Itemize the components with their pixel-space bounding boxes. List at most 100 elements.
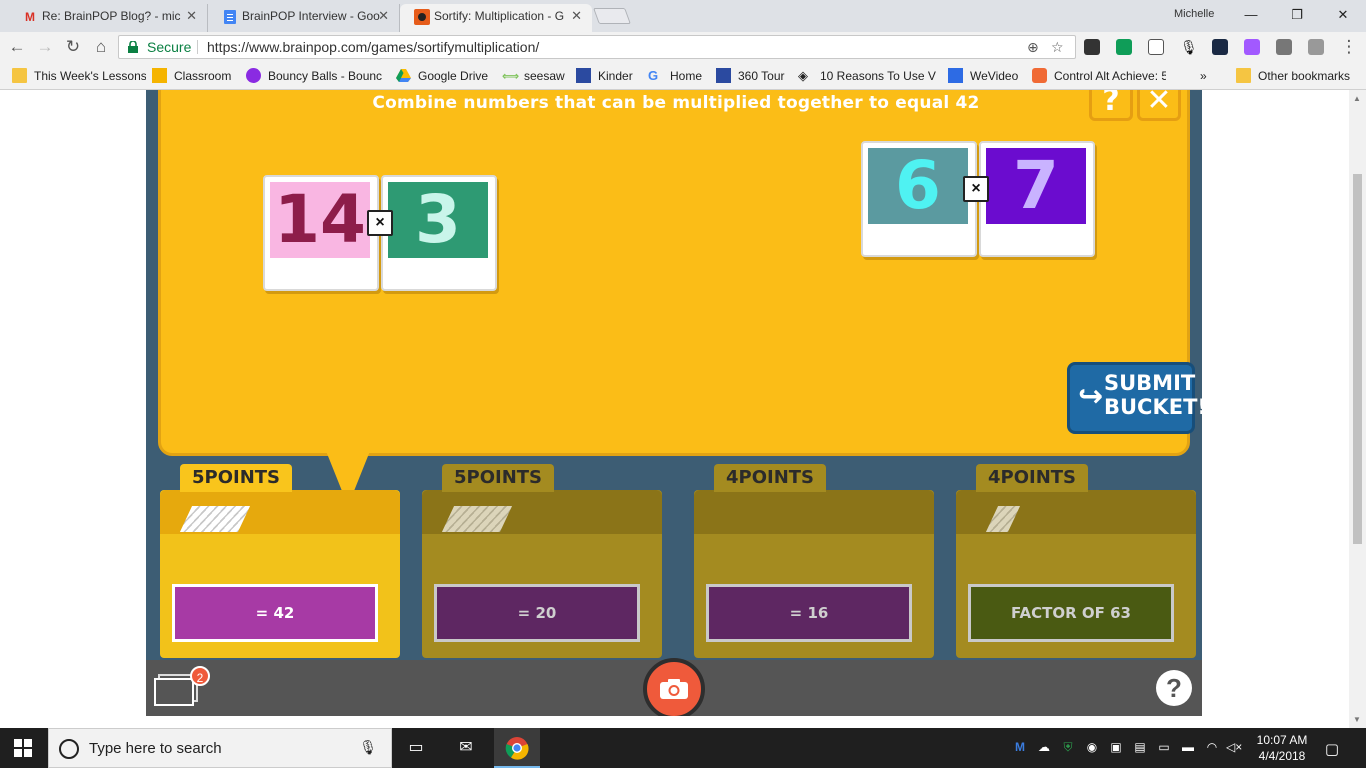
bucket-3[interactable]: 4POINTS = 16 — [690, 460, 940, 660]
bookmark-label: Control Alt Achieve: 5 — [1054, 69, 1166, 83]
home-button[interactable]: ⌂ — [90, 36, 112, 58]
bucket-points: 5POINTS — [180, 464, 292, 492]
tab-sortify[interactable]: Sortify: Multiplication - G ✕ — [400, 4, 592, 32]
close-window-button[interactable]: ✕ — [1320, 3, 1366, 27]
taskbar-search[interactable]: Type here to search 🎙 — [48, 728, 392, 768]
mail-icon[interactable]: ✉ — [454, 736, 478, 760]
bucket-label: = 16 — [706, 584, 912, 642]
bookmarks-overflow-button[interactable]: » — [1200, 68, 1220, 84]
reload-button[interactable]: ↻ — [62, 36, 84, 58]
action-center-icon[interactable]: ▢ — [1324, 740, 1340, 758]
camera-button[interactable] — [643, 658, 705, 716]
onedrive-icon[interactable]: ☁ — [1036, 740, 1052, 756]
bucket-label: = 20 — [434, 584, 640, 642]
bookmark-item[interactable]: Kinder — [576, 68, 638, 84]
close-icon[interactable]: ✕ — [186, 4, 197, 28]
page-content: Combine numbers that can be multiplied t… — [0, 90, 1366, 728]
bookmark-label: seesaw — [524, 69, 565, 83]
back-button[interactable]: ← — [6, 36, 28, 58]
tab-gmail[interactable]: M Re: BrainPOP Blog? - mic ✕ — [8, 4, 208, 32]
brainpop-icon — [414, 9, 430, 25]
extension-icon[interactable] — [1308, 39, 1324, 55]
bookmark-label: Other bookmarks — [1258, 69, 1351, 83]
windows-start-icon[interactable] — [14, 739, 32, 757]
extension-icon[interactable] — [1276, 39, 1292, 55]
scroll-down-arrow[interactable]: ▼ — [1353, 715, 1361, 724]
system-clock[interactable]: 10:07 AM 4/4/2018 — [1252, 732, 1312, 764]
volume-muted-icon[interactable]: ◁× — [1226, 740, 1242, 756]
tray-m-icon[interactable]: M — [1012, 740, 1028, 756]
taskbar-chrome[interactable] — [494, 728, 540, 768]
bookmark-label: 10 Reasons To Use Vi — [820, 69, 936, 83]
number-card[interactable]: 3 — [381, 175, 497, 291]
battery-icon[interactable]: ▬ — [1180, 740, 1196, 756]
extension-icon[interactable] — [1084, 39, 1100, 55]
bottom-help-button[interactable]: ? — [1156, 670, 1192, 706]
screencastify-icon[interactable] — [1212, 39, 1228, 55]
new-tab-button[interactable] — [593, 8, 631, 24]
cards-in-bucket — [441, 506, 513, 532]
close-icon[interactable]: ✕ — [571, 4, 582, 28]
puzzle-extension-icon[interactable] — [1244, 39, 1260, 55]
forward-button[interactable]: → — [34, 36, 56, 58]
gmail-icon: M — [25, 10, 35, 24]
profile-name[interactable]: Michelle — [1174, 8, 1214, 20]
display-icon[interactable]: ▭ — [1156, 740, 1172, 756]
bookmark-item[interactable]: ◈ 10 Reasons To Use Vi — [798, 68, 936, 84]
site-icon — [716, 68, 731, 83]
bucket-4[interactable]: 4POINTS FACTOR OF 63 — [952, 460, 1202, 660]
bookmark-item[interactable]: This Week's Lessons — [12, 68, 146, 84]
drive-icon — [396, 68, 411, 83]
submit-bucket-button[interactable]: ↪ SUBMIT BUCKET! — [1067, 362, 1202, 434]
number-card[interactable]: 7 — [979, 141, 1095, 257]
lightbulb-extension-icon[interactable] — [1148, 39, 1164, 55]
minimize-button[interactable]: — — [1228, 3, 1274, 27]
bucket-rim — [694, 490, 934, 534]
bookmark-star-icon[interactable]: ☆ — [1051, 36, 1064, 58]
microphone-icon[interactable]: 🎙 — [359, 739, 377, 756]
chrome-icon — [505, 737, 529, 760]
menu-icon[interactable]: ⋮ — [1338, 36, 1360, 58]
wevideo-icon — [948, 68, 963, 83]
restore-button[interactable]: ❐ — [1274, 3, 1320, 27]
tab-docs[interactable]: BrainPOP Interview - Goo ✕ — [208, 4, 400, 32]
bookmark-item[interactable]: Google Drive — [396, 68, 492, 84]
remote-icon[interactable]: ▤ — [1132, 740, 1148, 756]
number-card[interactable]: 14 — [263, 175, 379, 291]
page-scrollbar[interactable]: ▲ ▼ — [1349, 90, 1366, 728]
bookmark-item[interactable]: WeVideo — [948, 68, 1022, 84]
wifi-icon[interactable]: ◠ — [1204, 740, 1220, 756]
zoom-icon[interactable]: ⊕ — [1027, 36, 1039, 58]
bucket-2[interactable]: 5POINTS = 20 — [418, 460, 668, 660]
bucket-1[interactable]: 5POINTS = 42 — [156, 460, 406, 660]
notification-badge: 2 — [190, 666, 210, 686]
task-view-icon[interactable]: ▭ — [404, 736, 428, 760]
classroom-extension-icon[interactable] — [1116, 39, 1132, 55]
bookmark-label: Home — [670, 69, 703, 83]
bookmark-item[interactable]: ⟺ seesaw — [502, 68, 568, 84]
shield-icon[interactable]: ⛨ — [1060, 740, 1076, 756]
address-bar[interactable]: Secure https://www.brainpop.com/games/so… — [118, 35, 1076, 59]
docs-icon — [222, 9, 238, 25]
number-card[interactable]: 6 — [861, 141, 977, 257]
bookmarks-bar: This Week's Lessons Classroom Bouncy Bal… — [0, 62, 1366, 90]
other-bookmarks[interactable]: Other bookmarks — [1236, 68, 1360, 84]
scroll-thumb[interactable] — [1353, 174, 1362, 544]
card-number: 3 — [388, 182, 488, 258]
bookmark-item[interactable]: Bouncy Balls - Bounc — [246, 68, 382, 84]
help-button[interactable]: ? — [1089, 90, 1133, 121]
cards-in-bucket — [179, 506, 251, 532]
close-icon[interactable]: ✕ — [378, 4, 389, 28]
bookmark-item[interactable]: 360 Tour — [716, 68, 790, 84]
sortify-game: Combine numbers that can be multiplied t… — [146, 90, 1202, 716]
bookmark-item[interactable]: G Home — [648, 68, 706, 84]
close-button[interactable]: ✕ — [1137, 90, 1181, 121]
bookmark-item[interactable]: Classroom — [152, 68, 238, 84]
url-text[interactable]: https://www.brainpop.com/games/sortifymu… — [207, 36, 539, 58]
monitor-icon[interactable]: ▣ — [1108, 740, 1124, 756]
reasons-icon: ◈ — [798, 68, 808, 83]
mic-extension-icon[interactable]: 🎙 — [1180, 39, 1198, 55]
bookmark-item[interactable]: Control Alt Achieve: 5 — [1032, 68, 1166, 84]
tray-chrome-icon[interactable]: ◉ — [1084, 740, 1100, 756]
scroll-up-arrow[interactable]: ▲ — [1353, 94, 1361, 103]
